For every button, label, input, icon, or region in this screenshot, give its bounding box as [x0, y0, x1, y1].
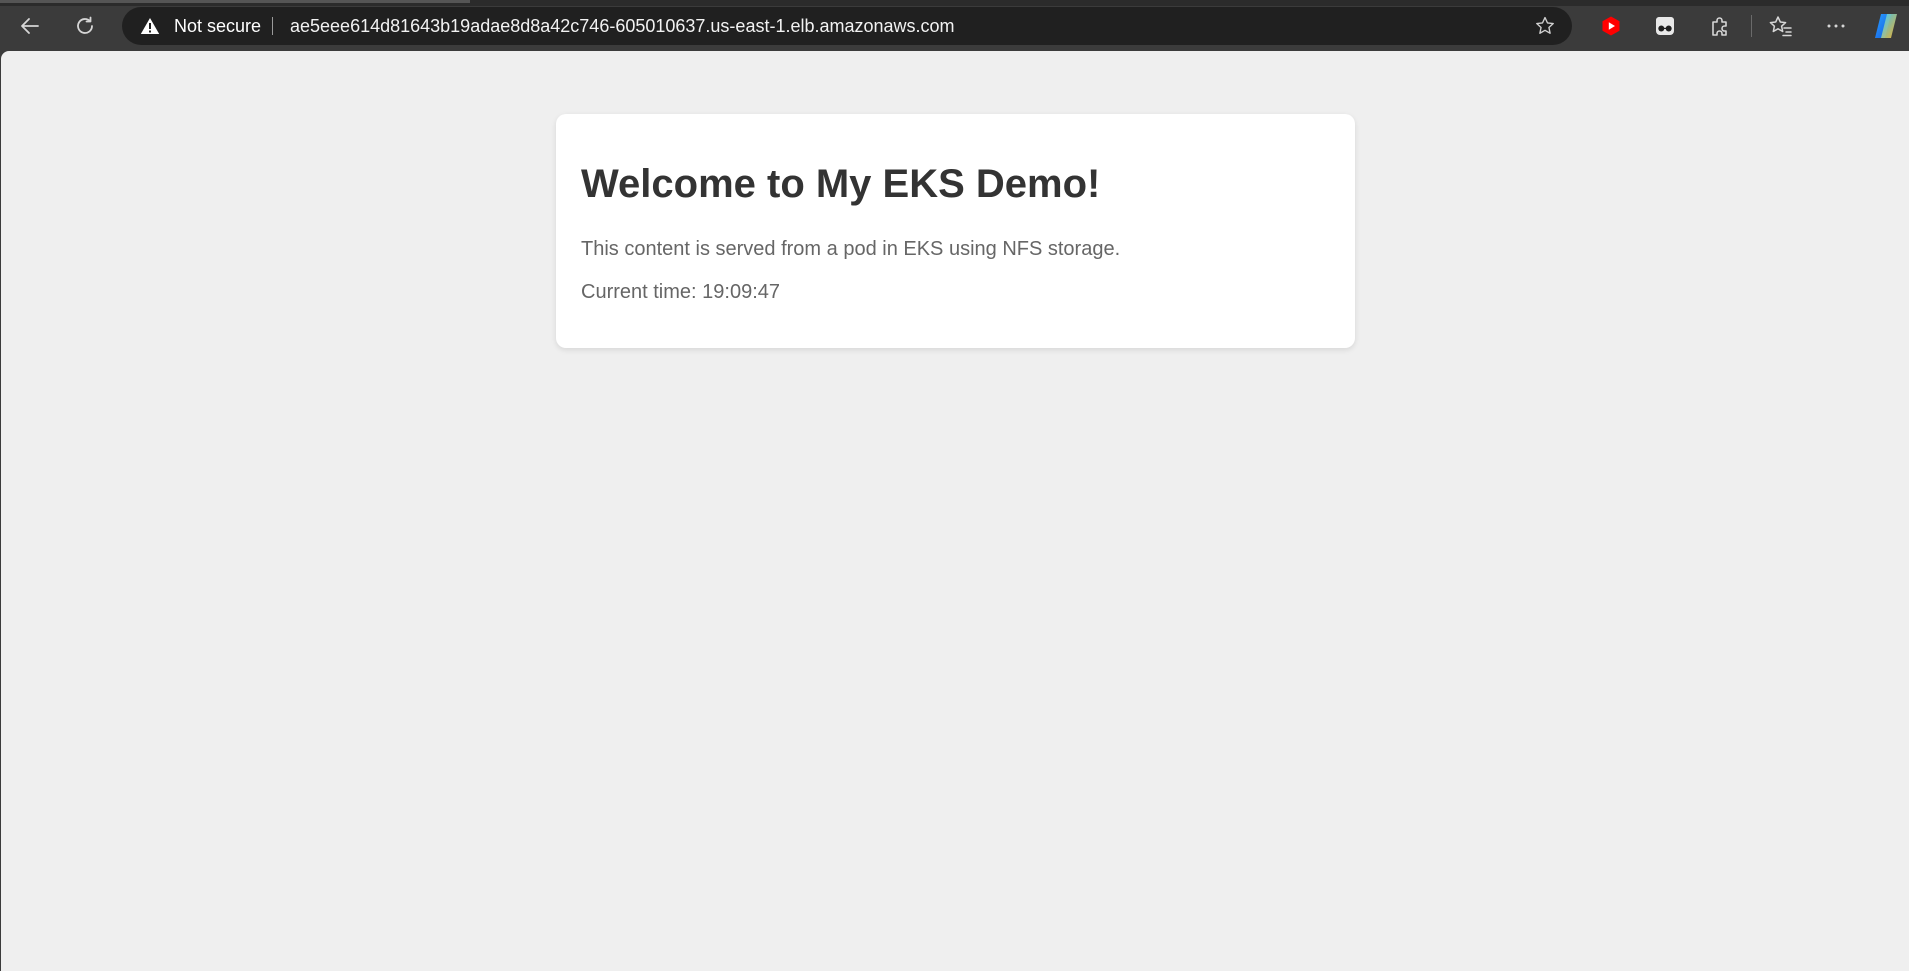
tab-strip-edge: [0, 0, 1909, 6]
youtube-extension-button[interactable]: [1593, 8, 1629, 44]
content-card: Welcome to My EKS Demo! This content is …: [556, 114, 1355, 348]
description-text: This content is served from a pod in EKS…: [581, 238, 1121, 260]
back-button[interactable]: [12, 8, 48, 44]
favorites-button[interactable]: [1763, 8, 1799, 44]
browser-toolbar: Not secure ae5eee614d81643b19adae8d8a42c…: [0, 0, 1909, 51]
reload-icon: [77, 16, 93, 34]
extensions-button[interactable]: [1702, 8, 1738, 44]
copilot-icon: [1875, 14, 1897, 38]
youtube-icon: [1602, 16, 1620, 36]
favorites-star-icon: [1769, 16, 1792, 37]
security-status-label[interactable]: Not secure: [174, 7, 261, 45]
toolbar-divider: [1751, 15, 1752, 37]
glasses-icon: [1656, 17, 1674, 35]
warning-triangle-icon[interactable]: [140, 17, 160, 35]
more-dots-icon: [1827, 24, 1845, 28]
url-text[interactable]: ae5eee614d81643b19adae8d8a42c746-6050106…: [290, 7, 955, 45]
address-divider: [272, 17, 273, 35]
extension-button[interactable]: [1647, 8, 1683, 44]
page-viewport: Welcome to My EKS Demo! This content is …: [1, 51, 1909, 971]
address-bar[interactable]: Not secure ae5eee614d81643b19adae8d8a42c…: [122, 7, 1572, 45]
active-tab-hint: [0, 0, 470, 3]
reload-button[interactable]: [67, 8, 103, 44]
back-arrow-icon: [21, 18, 39, 34]
current-time-text: Current time: 19:09:47: [581, 281, 780, 303]
puzzle-icon: [1712, 17, 1727, 36]
more-menu-button[interactable]: [1818, 8, 1854, 44]
copilot-button[interactable]: [1868, 8, 1904, 44]
star-icon[interactable]: [1534, 15, 1556, 37]
page-title: Welcome to My EKS Demo!: [581, 162, 1101, 206]
